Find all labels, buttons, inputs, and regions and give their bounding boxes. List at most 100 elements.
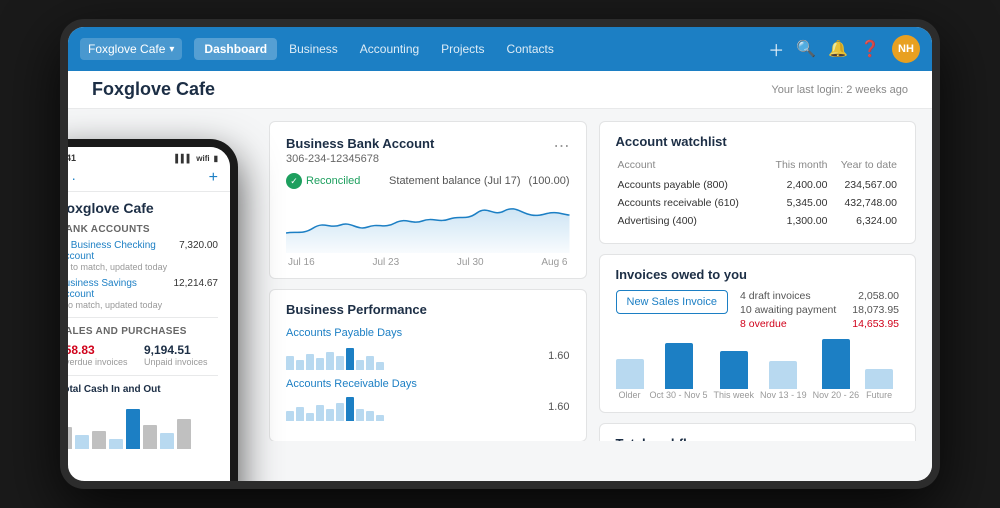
perf-bar-0-4 [316, 358, 324, 370]
org-selector[interactable]: Foxglove Cafe ▾ [80, 38, 182, 60]
phone-status-icons: ▌▌▌ wifi ▮ [175, 154, 218, 163]
perf-row-0: Accounts Payable Days [286, 327, 570, 370]
watchlist-col-ytd: Year to date [829, 159, 897, 175]
phone-bar-8 [177, 419, 191, 449]
watchlist-title: Account watchlist [616, 134, 900, 149]
phone-bar-7 [160, 433, 174, 449]
phone-unpaid-label: Unpaid invoices [144, 357, 218, 367]
perf-bar-1-3 [306, 413, 314, 421]
perf-bars-1 [286, 393, 532, 421]
bank-card-subtitle: 306-234-12345678 [286, 153, 434, 165]
phone-bar-3 [92, 431, 106, 449]
perf-bar-1-10 [376, 415, 384, 421]
perf-bar-0-8 [356, 360, 364, 370]
inv-label-thisweek: This week [714, 390, 755, 400]
phone-menu-icon[interactable]: ··· [68, 170, 78, 186]
phone-bank-section-title: Bank Accounts [68, 220, 230, 237]
new-invoice-button[interactable]: New Sales Invoice [616, 290, 729, 314]
watchlist-col-thismonth: This month [765, 159, 827, 175]
bell-icon[interactable]: 🔔 [828, 39, 848, 59]
phone-account-row-0: Business Checking Account 12 to match, u… [68, 237, 230, 275]
perf-bar-1-7 [346, 397, 354, 421]
nav-link-business[interactable]: Business [279, 38, 348, 60]
perf-bar-1-2 [296, 407, 304, 421]
inv-label-nov13: Nov 13 - 19 [760, 390, 807, 400]
phone-total-section: Total Cash In and Out [68, 380, 230, 451]
inv-bar-nov20-bar [822, 339, 850, 389]
phone-bar-5 [126, 409, 140, 449]
perf-bar-container-0: 1.60 [286, 342, 570, 370]
page-content: 9:41 ▌▌▌ wifi ▮ ··· + Foxglove Cafe Bank… [68, 109, 932, 481]
phone-bar-6 [143, 425, 157, 449]
statement-balance-row: Statement balance (Jul 17) (100.00) [389, 175, 569, 187]
bank-card-header: Business Bank Account 306-234-12345678 ⋯ [286, 136, 570, 165]
watchlist-col-account: Account [618, 159, 764, 175]
perf-title: Business Performance [286, 302, 570, 317]
reconcile-row: ✓ Reconciled Statement balance (Jul 17) … [286, 173, 570, 189]
phone-status-bar: 9:41 ▌▌▌ wifi ▮ [68, 147, 230, 165]
phone-mini-chart [68, 399, 218, 449]
watchlist-account-0: Accounts payable (800) [618, 177, 764, 193]
phone-overdue-label: Overdue invoices [68, 357, 132, 367]
watchlist-row-1: Accounts receivable (610) 5,345.00 432,7… [618, 195, 898, 211]
inv-bar-thisweek-bar [720, 351, 748, 389]
perf-bars-0 [286, 342, 532, 370]
avatar[interactable]: NH [892, 35, 920, 63]
perf-label-0[interactable]: Accounts Payable Days [286, 327, 570, 339]
inv-bar-oct30-bar [665, 343, 693, 389]
perf-bar-1-6 [336, 403, 344, 421]
nav-link-contacts[interactable]: Contacts [497, 38, 564, 60]
invoices-right: 4 draft invoices 2,058.00 10 awaiting pa… [740, 290, 899, 332]
reconcile-label: Reconciled [306, 175, 360, 187]
wifi-icon: wifi [196, 154, 209, 163]
inv-bar-older: Older [616, 359, 644, 400]
chart-date-0: Jul 16 [288, 257, 315, 268]
phone-sales-item-1: 9,194.51 Unpaid invoices [144, 343, 218, 367]
org-name-label: Foxglove Cafe [88, 42, 165, 56]
phone-account-sub-0: 12 to match, updated today [68, 262, 179, 272]
invoice-amount-2: 14,653.95 [852, 318, 899, 330]
perf-label-1[interactable]: Accounts Receivable Days [286, 378, 570, 390]
invoices-card: Invoices owed to you New Sales Invoice 4… [599, 254, 917, 413]
phone-divider-1 [68, 317, 218, 318]
perf-value-1: 1.60 [540, 401, 570, 413]
perf-bar-1-8 [356, 409, 364, 421]
bank-chart-svg [286, 193, 570, 253]
cashflow-card: Total cashflow [599, 423, 917, 441]
nav-link-projects[interactable]: Projects [431, 38, 494, 60]
perf-bar-1-5 [326, 409, 334, 421]
statement-amount: (100.00) [529, 175, 570, 187]
nav-link-dashboard[interactable]: Dashboard [194, 38, 277, 60]
phone-account-row-1: Business Savings Account 4 to match, upd… [68, 275, 230, 313]
watchlist-account-2: Advertising (400) [618, 213, 764, 229]
inv-bar-future-bar [865, 369, 893, 389]
watchlist-table: Account This month Year to date Accounts… [616, 157, 900, 231]
perf-bar-container-1: 1.60 [286, 393, 570, 421]
plus-icon[interactable]: ＋ [768, 37, 784, 61]
inv-label-future: Future [866, 390, 892, 400]
page-title: Foxglove Cafe [92, 79, 215, 100]
perf-bar-0-6 [336, 356, 344, 370]
inv-bar-future: Future [865, 369, 893, 400]
bank-card-menu-icon[interactable]: ⋯ [554, 136, 570, 156]
help-icon[interactable]: ❓ [860, 39, 880, 59]
watchlist-thismonth-1: 5,345.00 [765, 195, 827, 211]
bank-chart-area [286, 193, 570, 253]
tablet-frame: Foxglove Cafe ▾ Dashboard Business Accou… [60, 19, 940, 489]
phone-account-name-1[interactable]: Business Savings Account [68, 278, 174, 300]
phone-overdue-amount: 758.83 [68, 343, 132, 357]
perf-bar-0-5 [326, 352, 334, 370]
phone-screen: 9:41 ▌▌▌ wifi ▮ ··· + Foxglove Cafe Bank… [68, 147, 230, 481]
bank-card-title: Business Bank Account [286, 136, 434, 151]
perf-row-1: Accounts Receivable Days [286, 378, 570, 421]
inv-label-nov20: Nov 20 - 26 [813, 390, 860, 400]
inv-bar-nov20: Nov 20 - 26 [813, 339, 860, 400]
business-performance-card: Business Performance Accounts Payable Da… [269, 289, 587, 441]
search-icon[interactable]: 🔍 [796, 39, 816, 59]
nav-link-accounting[interactable]: Accounting [350, 38, 429, 60]
phone-account-name-0[interactable]: Business Checking Account [68, 240, 179, 262]
phone-add-icon[interactable]: + [209, 169, 218, 187]
perf-bar-0-2 [296, 360, 304, 370]
reconcile-badge: ✓ Reconciled [286, 173, 360, 189]
invoice-row-0: 4 draft invoices 2,058.00 [740, 290, 899, 302]
